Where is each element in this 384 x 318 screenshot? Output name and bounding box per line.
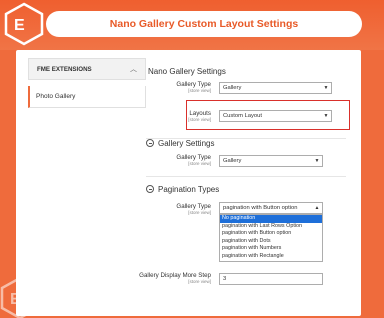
page-title-pill: Nano Gallery Custom Layout Settings: [46, 11, 362, 37]
pagination-gallery-type-label: Gallery Type [store view]: [176, 203, 211, 215]
collapse-circle-icon: [146, 139, 154, 147]
layouts-label: Layouts [store view]: [188, 110, 211, 122]
section-title-gallery-settings[interactable]: Gallery Settings: [146, 139, 214, 148]
chevron-up-icon: ︿: [130, 66, 137, 73]
sidebar: FME EXTENSIONS ︿ Photo Gallery: [28, 58, 146, 108]
gallery-type-select[interactable]: Gallery ▼: [219, 82, 332, 94]
pagination-gallery-type-select[interactable]: pagination with Button option ▲: [219, 202, 323, 214]
dropdown-arrow-icon: ▼: [321, 111, 331, 121]
dropdown-arrow-icon: ▲: [312, 203, 322, 213]
dropdown-option[interactable]: No pagination: [220, 215, 322, 223]
layouts-select[interactable]: Custom Layout ▼: [219, 110, 332, 122]
dropdown-option[interactable]: pagination with Last Rows Option: [220, 223, 322, 231]
section-title-nano-gallery: Nano Gallery Settings: [148, 67, 226, 76]
display-more-step-label: Gallery Display More Step [store view]: [139, 272, 211, 284]
fme-watermark-icon: E: [0, 276, 40, 318]
gallery-type-label: Gallery Type [store view]: [176, 81, 211, 93]
pagination-options-list: No pagination pagination with Last Rows …: [219, 214, 323, 262]
dropdown-option[interactable]: pagination with Rectangle: [220, 253, 322, 261]
divider: [146, 176, 346, 177]
svg-text:E: E: [10, 291, 21, 308]
dropdown-arrow-icon: ▼: [321, 83, 331, 93]
display-more-step-input[interactable]: 3: [219, 273, 323, 285]
dropdown-arrow-icon: ▼: [312, 156, 322, 166]
gallery-settings-type-label: Gallery Type [store view]: [176, 154, 211, 166]
gallery-settings-type-select[interactable]: Gallery ▼: [219, 155, 323, 167]
settings-card: FME EXTENSIONS ︿ Photo Gallery Nano Gall…: [16, 50, 361, 316]
page-title: Nano Gallery Custom Layout Settings: [109, 18, 299, 30]
sidebar-item-label: Photo Gallery: [36, 93, 76, 100]
svg-text:E: E: [14, 17, 25, 34]
section-title-pagination-types[interactable]: Pagination Types: [146, 185, 219, 194]
sidebar-item-photo-gallery[interactable]: Photo Gallery: [28, 86, 146, 108]
header-banner: E Nano Gallery Custom Layout Settings: [0, 0, 384, 50]
sidebar-section-title: FME EXTENSIONS: [37, 65, 92, 73]
sidebar-section-fme-extensions[interactable]: FME EXTENSIONS ︿: [28, 58, 146, 80]
fme-logo-icon: E: [4, 2, 44, 46]
dropdown-option[interactable]: pagination with Dots: [220, 238, 322, 246]
dropdown-option[interactable]: pagination with Button option: [220, 230, 322, 238]
collapse-circle-icon: [146, 185, 154, 193]
dropdown-option[interactable]: pagination with Numbers: [220, 245, 322, 253]
